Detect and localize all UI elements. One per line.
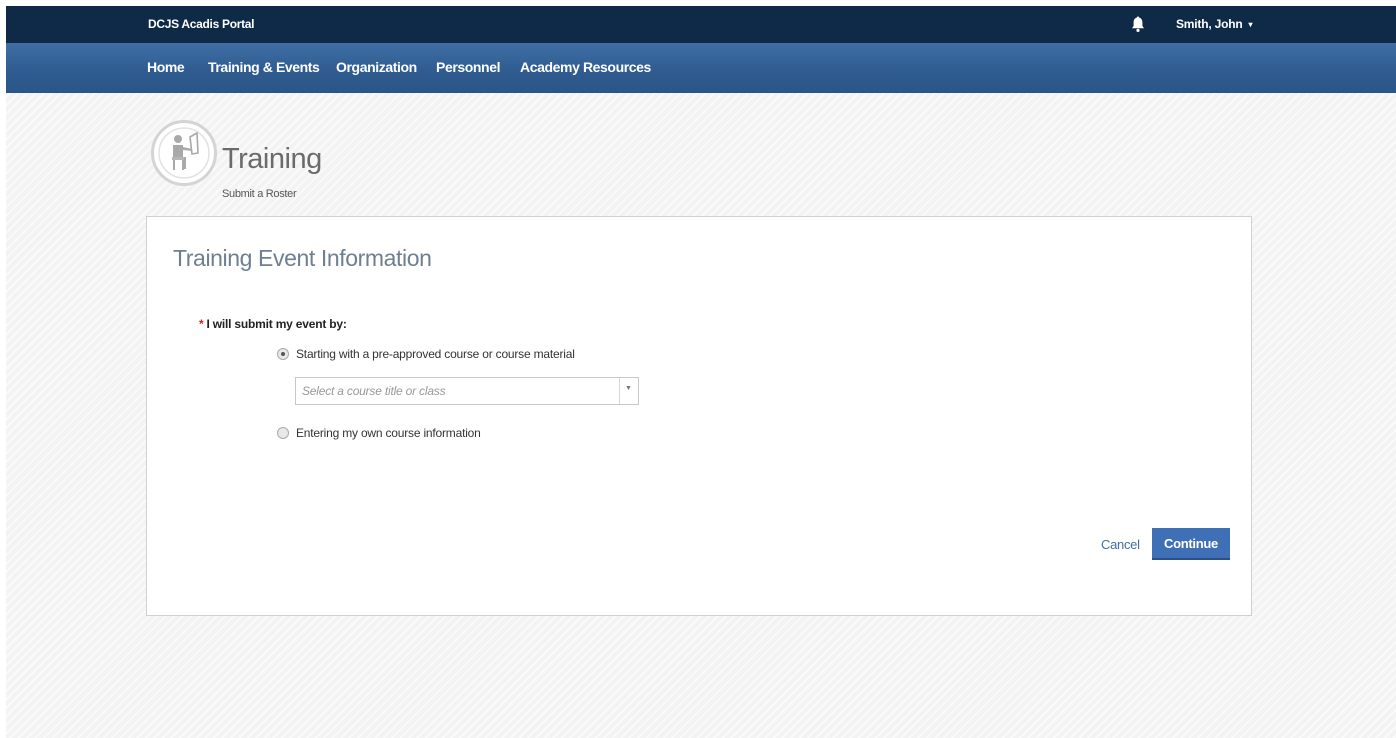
main-nav: Home Training & Events Organization Pers…	[6, 43, 1396, 93]
panel-title: Training Event Information	[173, 245, 432, 271]
page-edge-left	[0, 0, 6, 738]
user-name: Smith, John	[1176, 17, 1243, 31]
nav-training-events[interactable]: Training & Events	[208, 59, 320, 75]
course-select-toggle[interactable]: ▼	[619, 378, 638, 404]
course-select-placeholder: Select a course title or class	[302, 384, 446, 398]
option-pre-approved-course[interactable]: Starting with a pre-approved course or c…	[277, 347, 575, 361]
cancel-link[interactable]: Cancel	[1101, 537, 1140, 552]
course-select[interactable]: Select a course title or class ▼	[295, 377, 639, 405]
question-label: I will submit my event by:	[206, 317, 347, 331]
nav-academy-resources[interactable]: Academy Resources	[520, 59, 651, 75]
chevron-down-icon: ▼	[625, 385, 632, 392]
training-event-panel: Training Event Information * I will submi…	[146, 216, 1252, 616]
option-own-course-information[interactable]: Entering my own course information	[277, 426, 481, 440]
top-bar: DCJS Acadis Portal Smith, John ▾	[6, 6, 1396, 43]
nav-organization[interactable]: Organization	[336, 59, 417, 75]
chevron-down-icon: ▾	[1248, 20, 1253, 30]
option-label: Starting with a pre-approved course or c…	[296, 347, 575, 361]
page-title: Training	[222, 143, 322, 175]
required-marker: *	[199, 317, 204, 331]
radio-own-course-information[interactable]	[277, 427, 289, 439]
page-subtitle: Submit a Roster	[222, 188, 297, 200]
portal-brand[interactable]: DCJS Acadis Portal	[148, 17, 255, 31]
nav-personnel[interactable]: Personnel	[436, 59, 500, 75]
training-person-icon	[151, 120, 217, 186]
nav-home[interactable]: Home	[147, 59, 185, 75]
bell-icon[interactable]	[1130, 15, 1146, 33]
continue-button[interactable]: Continue	[1152, 528, 1230, 560]
submit-method-question: * I will submit my event by:	[199, 317, 347, 331]
radio-pre-approved-course[interactable]	[277, 348, 289, 360]
option-label: Entering my own course information	[296, 426, 481, 440]
user-menu[interactable]: Smith, John ▾	[1176, 17, 1252, 31]
